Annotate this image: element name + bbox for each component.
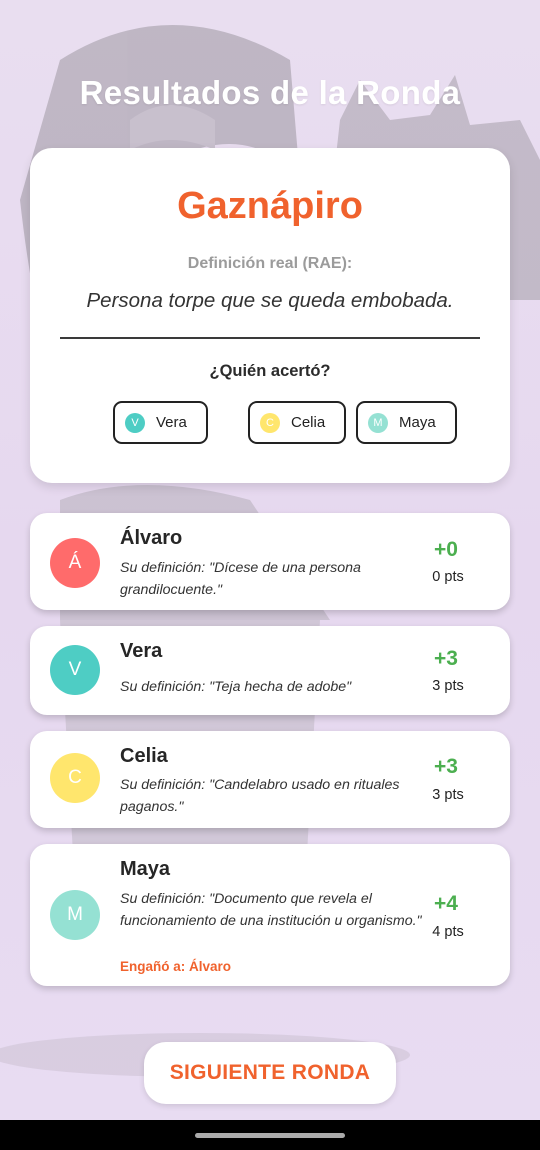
chip-name: Maya xyxy=(399,414,436,431)
player-result-card: M Maya Su definición: "Documento que rev… xyxy=(30,844,510,986)
points-gained: +4 xyxy=(434,892,458,915)
player-definition: Su definición: "Candelabro usado en ritu… xyxy=(120,777,400,815)
correct-player-chip: V Vera xyxy=(113,401,208,444)
points-gained: +3 xyxy=(434,755,458,778)
player-name: Maya xyxy=(120,858,171,880)
player-initial-icon: V xyxy=(125,412,145,433)
fooled-players: Engañó a: Álvaro xyxy=(120,959,232,974)
total-points: 4 pts xyxy=(432,924,464,940)
who-guessed-label: ¿Quién acertó? xyxy=(209,362,331,380)
word-card: Gaznápiro Definición real (RAE): Persona… xyxy=(30,148,510,483)
avatar: Á xyxy=(50,538,100,588)
page-title: Resultados de la Ronda xyxy=(79,74,461,111)
player-definition: Su definición: "Documento que revela el … xyxy=(120,891,422,929)
player-initial-icon: C xyxy=(260,412,280,433)
correct-player-chip: C Celia xyxy=(248,401,346,444)
chip-name: Vera xyxy=(156,414,187,431)
total-points: 3 pts xyxy=(432,787,464,803)
correct-player-chip: M Maya xyxy=(356,401,457,444)
player-definition: Su definición: "Dícese de una persona gr… xyxy=(120,560,361,598)
player-name: Celia xyxy=(120,745,168,767)
divider xyxy=(60,337,480,339)
total-points: 3 pts xyxy=(432,678,464,694)
points-gained: +3 xyxy=(434,647,458,670)
definition-label: Definición real (RAE): xyxy=(187,255,353,272)
player-result-card: C Celia Su definición: "Candelabro usado… xyxy=(30,731,510,828)
chip-name: Celia xyxy=(291,414,326,431)
real-definition: Persona torpe que se queda embobada. xyxy=(86,289,454,312)
player-initial-icon: M xyxy=(368,412,388,433)
points-gained: +0 xyxy=(434,538,458,561)
player-result-card: V Vera Su definición: "Teja hecha de ado… xyxy=(30,626,510,715)
player-name: Álvaro xyxy=(120,527,183,549)
avatar: C xyxy=(50,753,100,803)
next-round-button[interactable]: SIGUIENTE RONDA xyxy=(144,1042,396,1104)
player-definition: Su definición: "Teja hecha de adobe" xyxy=(120,679,352,695)
avatar: M xyxy=(50,890,100,940)
player-result-card: Á Álvaro Su definición: "Dícese de una p… xyxy=(30,513,510,610)
avatar: V xyxy=(50,645,100,695)
total-points: 0 pts xyxy=(432,569,464,585)
round-word: Gaznápiro xyxy=(177,185,363,227)
home-gesture-bar[interactable] xyxy=(195,1133,345,1138)
system-nav-bar xyxy=(0,1120,540,1150)
player-name: Vera xyxy=(120,640,163,662)
